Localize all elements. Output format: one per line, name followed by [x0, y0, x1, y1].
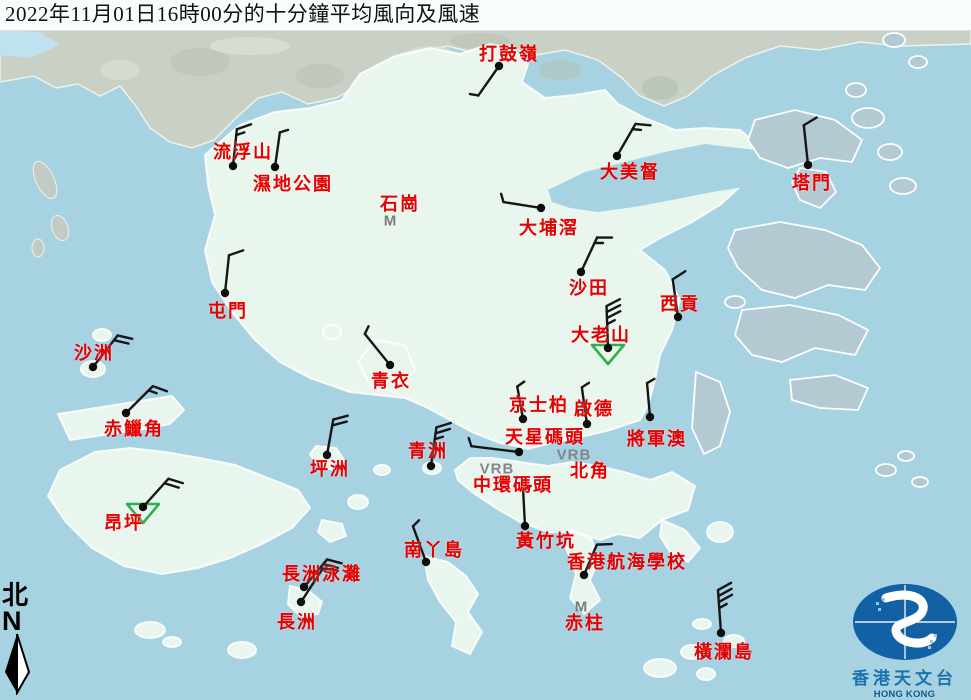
wind-map: 打鼓嶺流浮山濕地公園石崗M大美督塔門大埔滘沙田西貢大老山屯門沙洲赤鱲角青衣青洲京… — [0, 0, 971, 700]
map-title: 2022年11月01日16時00分的十分鐘平均風向及風速 — [0, 0, 971, 29]
hko-logo-icon — [838, 582, 971, 662]
title-bar: 2022年11月01日16時00分的十分鐘平均風向及風速 — [0, 0, 971, 31]
north-arrow-icon — [3, 633, 35, 695]
hko-name-en: HONG KONG OBSERVATORY — [838, 689, 971, 700]
hko-name-cn: 香港天文台 — [838, 664, 971, 689]
hko-logo: 香港天文台 HONG KONG OBSERVATORY — [838, 582, 971, 698]
north-label-letter: N — [2, 609, 38, 633]
base-map — [0, 0, 971, 700]
north-compass: 北 N — [2, 583, 38, 695]
